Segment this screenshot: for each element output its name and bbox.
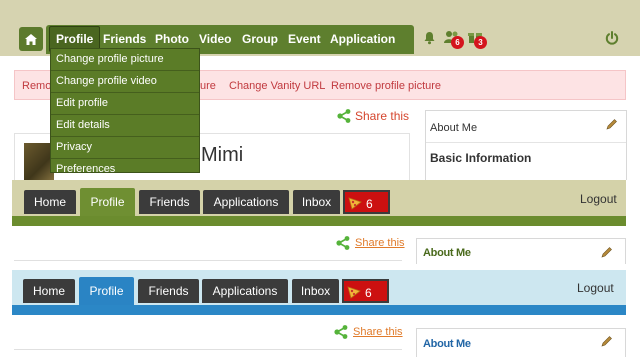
green-theme-stripe	[12, 216, 626, 226]
notification-tab[interactable]: 6	[343, 190, 390, 214]
menu-preferences[interactable]: Preferences	[51, 159, 199, 172]
tab-applications[interactable]: Applications	[202, 279, 288, 303]
nav-event[interactable]: Event	[288, 25, 321, 54]
change-picture-link-fragment[interactable]: ure	[200, 71, 216, 101]
share-this-link[interactable]: Share this	[353, 326, 403, 338]
change-vanity-url-link[interactable]: Change Vanity URL	[229, 71, 325, 101]
notification-count: 6	[366, 197, 373, 211]
menu-privacy[interactable]: Privacy	[51, 137, 199, 159]
share-icon[interactable]	[337, 109, 351, 123]
menu-edit-profile[interactable]: Edit profile	[51, 93, 199, 115]
tab-profile[interactable]: Profile	[80, 188, 135, 216]
tab-home[interactable]: Home	[23, 279, 75, 303]
tab-home[interactable]: Home	[24, 190, 76, 214]
about-me-title: About Me	[423, 338, 471, 350]
tab-friends[interactable]: Friends	[139, 190, 200, 214]
notification-count: 6	[365, 286, 372, 300]
home-icon	[25, 33, 37, 45]
content-divider	[14, 260, 402, 261]
logout-link[interactable]: Logout	[577, 281, 614, 295]
power-icon[interactable]	[605, 31, 619, 45]
share-icon[interactable]	[336, 236, 350, 250]
tab-inbox[interactable]: Inbox	[293, 190, 340, 214]
content-divider	[14, 349, 402, 350]
home-button[interactable]	[19, 27, 43, 51]
menu-change-profile-picture[interactable]: Change profile picture	[51, 49, 199, 71]
menu-change-profile-video[interactable]: Change profile video	[51, 71, 199, 93]
pencil-icon[interactable]	[601, 246, 613, 258]
share-icon[interactable]	[334, 325, 348, 339]
gift-badge: 3	[474, 36, 487, 49]
menu-edit-details[interactable]: Edit details	[51, 115, 199, 137]
share-this-link[interactable]: Share this	[355, 109, 409, 123]
logout-link[interactable]: Logout	[580, 192, 617, 206]
tab-profile[interactable]: Profile	[79, 277, 134, 305]
friends-badge: 6	[451, 36, 464, 49]
about-me-panel: About Me Basic Information	[425, 110, 627, 180]
share-this-link[interactable]: Share this	[355, 237, 405, 249]
bell-icon[interactable]	[423, 31, 436, 45]
blue-theme-stripe	[12, 305, 626, 315]
nav-video[interactable]: Video	[199, 25, 231, 54]
about-me-panel: About Me	[416, 328, 626, 357]
notification-tab[interactable]: 6	[342, 279, 389, 303]
remove-profile-picture-link[interactable]: Remove profile picture	[331, 71, 441, 101]
about-me-panel: About Me	[416, 238, 626, 264]
profile-dropdown-menu: Change profile picture Change profile vi…	[50, 48, 200, 173]
about-me-title: About Me	[423, 247, 471, 259]
nav-group[interactable]: Group	[242, 25, 278, 54]
tab-friends[interactable]: Friends	[138, 279, 199, 303]
about-me-title: About Me	[426, 111, 626, 143]
pizza-icon	[347, 286, 361, 299]
tab-inbox[interactable]: Inbox	[292, 279, 339, 303]
tab-applications[interactable]: Applications	[203, 190, 289, 214]
top-strip	[0, 0, 640, 22]
basic-information-heading: Basic Information	[430, 151, 532, 165]
pencil-icon[interactable]	[606, 118, 618, 130]
pencil-icon[interactable]	[601, 335, 613, 347]
nav-application[interactable]: Application	[330, 25, 395, 54]
pizza-icon	[348, 197, 362, 210]
